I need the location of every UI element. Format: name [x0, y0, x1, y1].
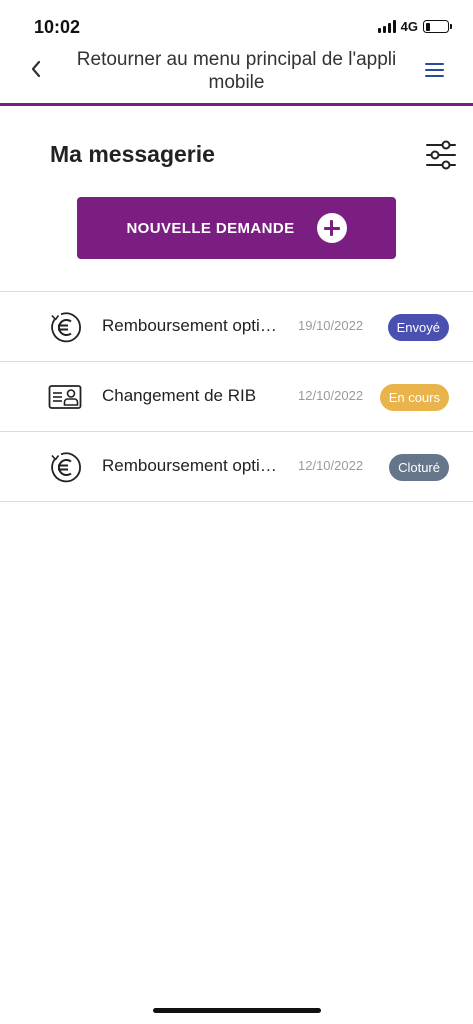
- status-indicators: 4G: [377, 19, 452, 34]
- filter-button[interactable]: [424, 138, 458, 172]
- request-date: 19/10/2022: [298, 318, 364, 333]
- nav-header: Retourner au menu principal de l'appli m…: [0, 44, 473, 106]
- signal-icon: [377, 20, 396, 33]
- euro-refund-icon: [51, 452, 81, 483]
- status-bar: 10:02 4G: [0, 0, 473, 48]
- chevron-left-icon: [31, 60, 41, 78]
- request-date: 12/10/2022: [298, 458, 364, 473]
- plus-circle-icon: [316, 213, 347, 243]
- page-title: Ma messagerie: [50, 141, 215, 167]
- hamburger-menu-icon[interactable]: [425, 58, 449, 82]
- sliders-icon: [426, 140, 456, 170]
- request-list: Remboursement optique 19/10/2022 Envoyé …: [0, 291, 473, 502]
- new-request-button[interactable]: NOUVELLE DEMANDE: [77, 197, 396, 259]
- battery-icon: [423, 20, 452, 33]
- euro-refund-icon: [51, 312, 81, 343]
- network-type: 4G: [400, 19, 418, 34]
- request-row[interactable]: Remboursement optique 19/10/2022 Envoyé: [0, 292, 473, 362]
- status-badge: En cours: [379, 384, 449, 411]
- new-request-label: NOUVELLE DEMANDE: [126, 219, 295, 237]
- request-subject: Remboursement optique: [102, 456, 286, 475]
- id-card-icon: [48, 385, 82, 409]
- request-row[interactable]: Changement de RIB 12/10/2022 En cours: [0, 362, 473, 432]
- request-row[interactable]: Remboursement optique 12/10/2022 Cloturé: [0, 432, 473, 502]
- status-badge: Envoyé: [387, 314, 449, 341]
- home-indicator: [153, 1008, 321, 1013]
- status-time: 10:02: [34, 17, 81, 37]
- back-button[interactable]: [24, 54, 48, 84]
- request-subject: Remboursement optique: [102, 316, 286, 335]
- status-badge: Cloturé: [389, 454, 449, 481]
- request-date: 12/10/2022: [298, 388, 364, 403]
- request-subject: Changement de RIB: [102, 386, 257, 405]
- battery-level: [425, 22, 430, 31]
- back-to-main-menu-link[interactable]: Retourner au menu principal de l'appli m…: [70, 48, 403, 94]
